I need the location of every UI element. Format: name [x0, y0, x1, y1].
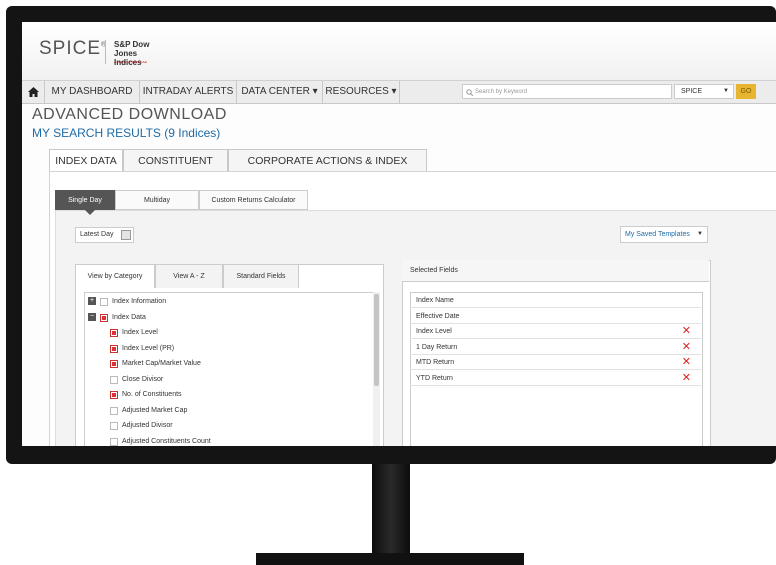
- tree-scrollbar[interactable]: [373, 292, 380, 446]
- tab-view-a-z[interactable]: View A - Z: [155, 264, 223, 288]
- scrollbar-thumb[interactable]: [374, 294, 379, 386]
- nav-my-dashboard[interactable]: MY DASHBOARD: [45, 81, 140, 103]
- latest-day-picker[interactable]: Latest Day: [75, 227, 134, 243]
- remove-icon[interactable]: ✕: [682, 340, 691, 355]
- field-checkbox[interactable]: [110, 375, 118, 384]
- field-checkbox[interactable]: [110, 437, 118, 446]
- tab-index-data[interactable]: INDEX DATA: [49, 149, 123, 172]
- nav-intraday-alerts[interactable]: INTRADAY ALERTS: [140, 81, 237, 103]
- field-checkbox[interactable]: [100, 298, 108, 306]
- selected-field-row[interactable]: 1 Day Return ✕: [410, 340, 701, 355]
- nav-resources[interactable]: RESOURCES ▾: [323, 81, 400, 103]
- selected-field-row[interactable]: MTD Return ✕: [410, 355, 701, 370]
- expand-icon[interactable]: +: [88, 297, 96, 305]
- tree-item-label: Adjusted Market Cap: [122, 406, 188, 414]
- remove-icon[interactable]: ✕: [682, 355, 691, 370]
- remove-icon[interactable]: ✕: [682, 371, 691, 386]
- selected-field-row[interactable]: Index Name: [410, 293, 701, 308]
- selected-field-label: Effective Date: [416, 312, 460, 320]
- search-placeholder: Search by Keyword: [475, 89, 528, 95]
- selected-field-label: MTD Return: [416, 359, 455, 366]
- field-checkbox[interactable]: [110, 344, 118, 353]
- selected-field-label: 1 Day Return: [416, 343, 458, 351]
- selected-field-label: YTD Return: [416, 374, 453, 382]
- subtab-multiday[interactable]: Multiday: [115, 190, 199, 210]
- field-checkbox[interactable]: [110, 406, 118, 415]
- field-checkbox[interactable]: [110, 329, 118, 337]
- remove-icon[interactable]: ✕: [682, 324, 691, 339]
- tree-item[interactable]: Market Cap/Market Value: [88, 356, 368, 371]
- monitor-base: [256, 553, 524, 565]
- tree-item[interactable]: Close Divisor: [88, 372, 368, 387]
- product-select[interactable]: SPICE ▼: [674, 84, 734, 99]
- tree-item[interactable]: + Index Information: [88, 294, 368, 309]
- selected-field-label: Index Name: [416, 297, 454, 304]
- page-title: ADVANCED DOWNLOAD: [32, 106, 227, 123]
- chevron-down-icon: ▼: [723, 88, 729, 94]
- tree-item-label: Index Level (PR): [122, 344, 175, 352]
- tree-item-label: No. of Constituents: [122, 391, 182, 398]
- tab-view-by-category[interactable]: View by Category: [75, 264, 155, 288]
- tree-item-label: Index Data: [112, 313, 146, 321]
- selected-fields-heading: Selected Fields: [402, 260, 709, 282]
- tree-item-label: Index Information: [112, 298, 167, 305]
- subtab-custom-returns[interactable]: Custom Returns Calculator: [199, 190, 308, 210]
- home-button[interactable]: [22, 81, 45, 103]
- tree-item[interactable]: Adjusted Constituents Count: [88, 434, 368, 447]
- home-icon: [27, 87, 39, 97]
- selected-field-label: Index Level: [416, 328, 452, 335]
- main-nav: MY DASHBOARD INTRADAY ALERTS DATA CENTER…: [22, 80, 776, 104]
- tree-item[interactable]: No. of Constituents: [88, 387, 368, 402]
- templates-label: My Saved Templates: [625, 231, 690, 238]
- field-checkbox[interactable]: [110, 360, 118, 368]
- field-checkbox[interactable]: [110, 391, 118, 399]
- tree-item-label: Index Level: [122, 329, 158, 336]
- selected-field-row[interactable]: Index Level ✕: [410, 324, 701, 339]
- field-checkbox[interactable]: [100, 313, 108, 322]
- chevron-down-icon: ▼: [697, 231, 703, 237]
- tree-item[interactable]: − Index Data: [88, 310, 368, 325]
- collapse-icon[interactable]: −: [88, 312, 96, 321]
- tree-item[interactable]: Index Level: [88, 325, 368, 340]
- saved-templates-dropdown[interactable]: My Saved Templates ▼: [620, 226, 708, 243]
- brand-bar: SPICE® S&P Dow JonesIndices A Division o…: [22, 22, 776, 80]
- tab-standard-fields[interactable]: Standard Fields: [223, 264, 299, 288]
- field-checkbox[interactable]: [110, 422, 118, 430]
- tree-item[interactable]: Index Level (PR): [88, 341, 368, 356]
- tree-item[interactable]: Adjusted Divisor: [88, 418, 368, 433]
- go-button[interactable]: GO: [736, 84, 756, 99]
- calendar-icon[interactable]: [121, 230, 131, 240]
- monitor-stand: [372, 464, 410, 565]
- search-icon: [466, 89, 473, 96]
- tree-item[interactable]: Adjusted Market Cap: [88, 403, 368, 418]
- tree-item-label: Market Cap/Market Value: [122, 360, 201, 367]
- screen: SPICE® S&P Dow JonesIndices A Division o…: [22, 22, 776, 446]
- selected-field-row[interactable]: YTD Return ✕: [410, 371, 701, 386]
- nav-data-center[interactable]: DATA CENTER ▾: [237, 81, 323, 103]
- logo-subline: A Division of S&P Global: [114, 60, 147, 64]
- search-results-link[interactable]: MY SEARCH RESULTS (9 Indices): [32, 126, 220, 140]
- active-subtab-pointer: [85, 210, 95, 215]
- tab-constituent-data[interactable]: CONSTITUENT DATA: [123, 149, 228, 190]
- spice-logo[interactable]: SPICE®: [39, 38, 107, 60]
- tab-corporate-actions[interactable]: CORPORATE ACTIONS & INDEX EVENTS: [228, 149, 427, 190]
- selected-field-row[interactable]: Effective Date: [410, 309, 701, 324]
- tree-item-label: Adjusted Constituents Count: [122, 437, 211, 445]
- tree-item-label: Adjusted Divisor: [122, 422, 173, 429]
- latest-day-label: Latest Day: [80, 231, 114, 238]
- product-select-value: SPICE: [681, 88, 703, 95]
- subtab-single-day[interactable]: Single Day: [55, 190, 115, 210]
- logo-divider: [105, 40, 106, 64]
- search-input[interactable]: Search by Keyword: [462, 84, 672, 99]
- tree-item-label: Close Divisor: [122, 375, 164, 383]
